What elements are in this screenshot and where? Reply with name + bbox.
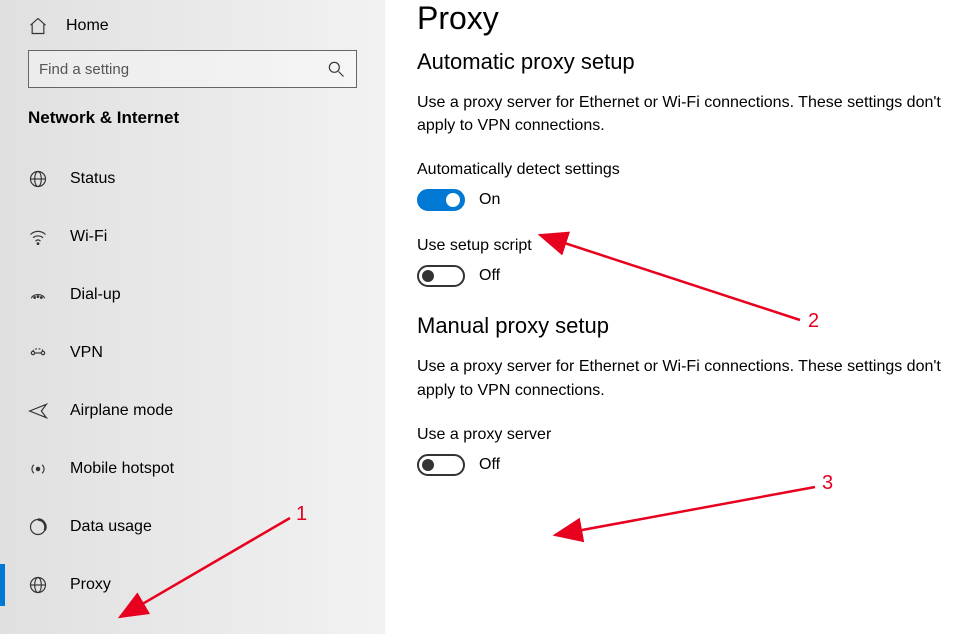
sidebar-home-label: Home bbox=[66, 17, 109, 35]
sidebar-item-vpn[interactable]: VPN bbox=[0, 324, 385, 382]
setup-script-state: Off bbox=[479, 267, 500, 285]
search-box[interactable] bbox=[28, 50, 357, 88]
sidebar-item-proxy[interactable]: Proxy bbox=[0, 556, 385, 614]
globe-icon bbox=[28, 575, 48, 595]
wifi-icon bbox=[28, 227, 48, 247]
sidebar-item-label: Data usage bbox=[70, 518, 152, 536]
annotation-3: 3 bbox=[822, 472, 833, 495]
vpn-icon bbox=[28, 343, 48, 363]
data-usage-icon bbox=[28, 517, 48, 537]
sidebar-item-wifi[interactable]: Wi-Fi bbox=[0, 208, 385, 266]
globe-icon bbox=[28, 169, 48, 189]
dialup-icon bbox=[28, 285, 48, 305]
sidebar-home[interactable]: Home bbox=[0, 10, 385, 50]
home-icon bbox=[28, 16, 48, 36]
auto-detect-toggle[interactable] bbox=[417, 189, 465, 211]
sidebar-item-dialup[interactable]: Dial-up bbox=[0, 266, 385, 324]
sidebar: Home Network & Internet Status Wi-Fi bbox=[0, 0, 385, 634]
sidebar-item-label: Mobile hotspot bbox=[70, 460, 174, 478]
setup-script-toggle[interactable] bbox=[417, 265, 465, 287]
sidebar-item-label: Proxy bbox=[70, 576, 111, 594]
sidebar-item-hotspot[interactable]: Mobile hotspot bbox=[0, 440, 385, 498]
sidebar-item-status[interactable]: Status bbox=[0, 150, 385, 208]
auto-detect-label: Automatically detect settings bbox=[417, 161, 948, 179]
use-proxy-toggle[interactable] bbox=[417, 454, 465, 476]
annotation-2: 2 bbox=[808, 310, 819, 333]
search-icon bbox=[326, 59, 346, 79]
main-content: Proxy Automatic proxy setup Use a proxy … bbox=[385, 0, 980, 634]
page-title: Proxy bbox=[417, 0, 948, 37]
section-manual-heading: Manual proxy setup bbox=[417, 313, 948, 339]
sidebar-item-label: Wi-Fi bbox=[70, 228, 107, 246]
airplane-icon bbox=[28, 401, 48, 421]
sidebar-item-airplane[interactable]: Airplane mode bbox=[0, 382, 385, 440]
auto-detect-state: On bbox=[479, 191, 500, 209]
use-proxy-state: Off bbox=[479, 456, 500, 474]
sidebar-item-label: Airplane mode bbox=[70, 402, 173, 420]
annotation-1: 1 bbox=[296, 503, 307, 526]
section-automatic-desc: Use a proxy server for Ethernet or Wi-Fi… bbox=[417, 91, 948, 137]
sidebar-item-label: VPN bbox=[70, 344, 103, 362]
section-manual-desc: Use a proxy server for Ethernet or Wi-Fi… bbox=[417, 355, 948, 401]
sidebar-item-label: Status bbox=[70, 170, 115, 188]
section-automatic-heading: Automatic proxy setup bbox=[417, 49, 948, 75]
sidebar-item-datausage[interactable]: Data usage bbox=[0, 498, 385, 556]
setup-script-label: Use setup script bbox=[417, 237, 948, 255]
search-input[interactable] bbox=[39, 61, 326, 78]
use-proxy-label: Use a proxy server bbox=[417, 426, 948, 444]
hotspot-icon bbox=[28, 459, 48, 479]
sidebar-category: Network & Internet bbox=[0, 108, 385, 150]
sidebar-item-label: Dial-up bbox=[70, 286, 121, 304]
